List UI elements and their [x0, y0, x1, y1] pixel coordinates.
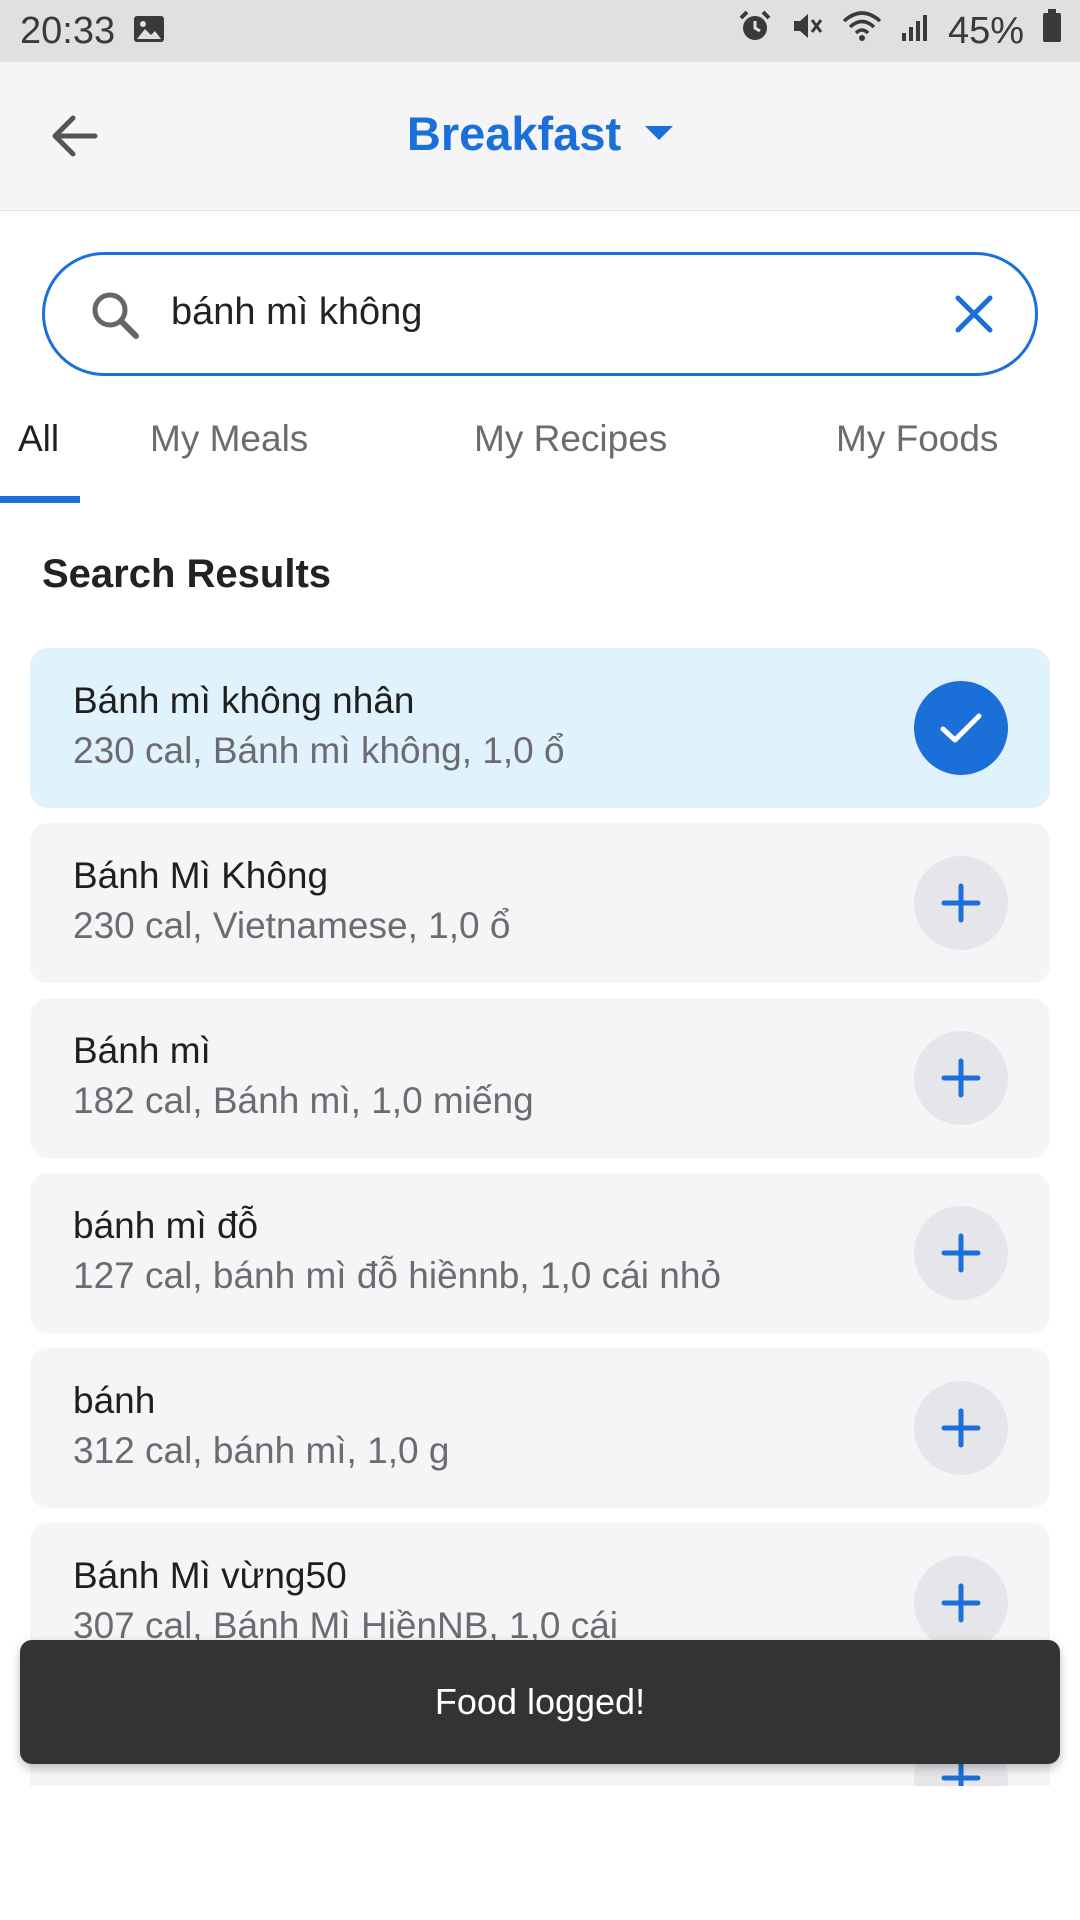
food-detail: 127 cal, bánh mì đỗ hiềnnb, 1,0 cái nhỏ: [73, 1255, 721, 1296]
add-food-button[interactable]: [914, 1206, 1008, 1300]
active-tab-indicator: [0, 496, 80, 503]
list-item[interactable]: Bánh Mì Không 230 cal, Vietnamese, 1,0 ổ: [30, 823, 1050, 983]
image-icon: [133, 10, 165, 53]
battery-level: 45%: [947, 9, 1024, 52]
signal-icon: [900, 10, 930, 53]
status-left: 20:33: [20, 10, 165, 53]
food-name: Bánh Mì vừng50: [73, 1555, 347, 1596]
page-title: Breakfast: [406, 107, 622, 160]
meal-selector[interactable]: Breakfast: [0, 106, 1080, 161]
caret-down-icon: [645, 125, 674, 140]
status-time: 20:33: [20, 9, 116, 52]
food-detail: 182 cal, Bánh mì, 1,0 miếng: [73, 1080, 534, 1121]
filter-tabs: All My Meals My Recipes My Foods: [0, 410, 1080, 506]
mute-icon: [790, 9, 824, 53]
list-item[interactable]: bánh 312 cal, bánh mì, 1,0 g: [30, 1348, 1050, 1508]
wifi-icon: [842, 9, 882, 53]
food-name: Bánh mì: [73, 1030, 211, 1071]
food-name: Bánh mì không nhân: [73, 680, 415, 721]
logged-checkmark-button[interactable]: [914, 681, 1008, 775]
add-food-button[interactable]: [914, 1381, 1008, 1475]
food-name: bánh mì đỗ: [73, 1205, 259, 1246]
section-title: Search Results: [42, 552, 332, 596]
list-item[interactable]: Bánh mì không nhân 230 cal, Bánh mì khôn…: [30, 648, 1050, 808]
clear-search-button[interactable]: [943, 283, 1005, 345]
search-icon: [89, 289, 141, 346]
add-food-button[interactable]: [914, 856, 1008, 950]
battery-icon: [1042, 9, 1062, 53]
plus-icon: [941, 1583, 981, 1623]
plus-icon: [941, 1058, 981, 1098]
snackbar: Food logged!: [20, 1640, 1060, 1764]
plus-icon: [941, 883, 981, 923]
food-detail: 230 cal, Vietnamese, 1,0 ổ: [73, 905, 511, 946]
add-food-button[interactable]: [914, 1556, 1008, 1650]
list-item[interactable]: Bánh mì 182 cal, Bánh mì, 1,0 miếng: [30, 998, 1050, 1158]
food-detail: 230 cal, Bánh mì không, 1,0 ổ: [73, 730, 565, 771]
bottom-blank-area: [0, 1786, 1080, 1920]
status-right: 45%: [738, 9, 1062, 53]
list-item[interactable]: bánh mì đỗ 127 cal, bánh mì đỗ hiềnnb, 1…: [30, 1173, 1050, 1333]
app-bar: Breakfast: [0, 62, 1080, 211]
food-detail: 312 cal, bánh mì, 1,0 g: [73, 1430, 450, 1471]
snackbar-message: Food logged!: [434, 1681, 646, 1722]
search-input[interactable]: bánh mì không: [171, 291, 422, 334]
tab-all[interactable]: All: [18, 418, 59, 460]
add-food-button[interactable]: [914, 1031, 1008, 1125]
food-name: bánh: [73, 1380, 156, 1421]
tab-my-meals[interactable]: My Meals: [150, 418, 308, 460]
tab-my-foods[interactable]: My Foods: [836, 418, 998, 460]
tab-my-recipes[interactable]: My Recipes: [474, 418, 667, 460]
alarm-icon: [738, 9, 772, 53]
plus-icon: [941, 1233, 981, 1273]
food-name: Bánh Mì Không: [73, 855, 329, 896]
plus-icon: [941, 1408, 981, 1448]
close-icon: [955, 295, 993, 333]
status-bar: 20:33 45%: [0, 0, 1080, 62]
search-field[interactable]: bánh mì không: [42, 252, 1038, 376]
check-icon: [940, 713, 982, 743]
